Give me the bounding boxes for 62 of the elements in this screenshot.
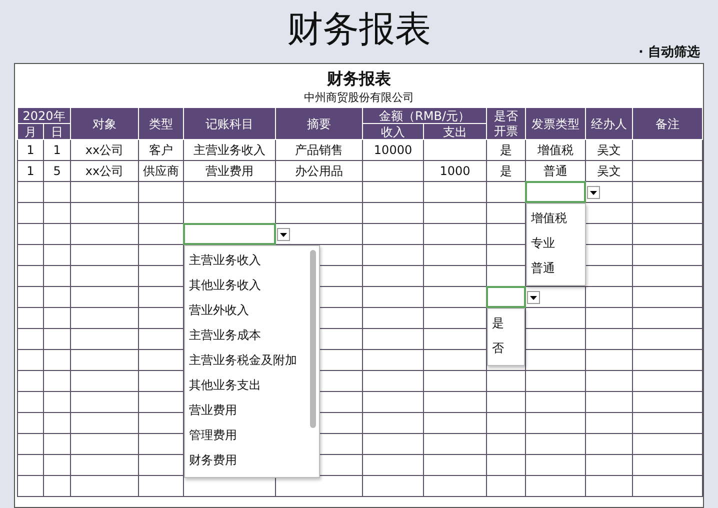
table-cell: 1 bbox=[26, 164, 34, 178]
dropdown-option[interactable]: 增值税 bbox=[531, 206, 568, 231]
page-title: 财务报表 bbox=[287, 8, 431, 52]
column-header: 日 bbox=[44, 124, 71, 140]
dropdown-button[interactable] bbox=[587, 186, 600, 199]
table-cell: 5 bbox=[53, 164, 61, 178]
active-cell[interactable] bbox=[486, 286, 526, 308]
sheet-title: 财务报表 bbox=[326, 68, 392, 90]
column-header: 摘要 bbox=[276, 108, 363, 140]
table-cell: 办公用品 bbox=[295, 164, 344, 178]
caret-icon bbox=[280, 232, 288, 236]
table-cell: 是 bbox=[500, 164, 512, 178]
table-cell: 10000 bbox=[374, 143, 412, 157]
dropdown-option[interactable]: 主营业务收入 bbox=[189, 248, 298, 273]
column-header: 2020年 bbox=[18, 108, 71, 124]
dropdown-option[interactable]: 主营业务税金及附加 bbox=[189, 348, 298, 373]
company-name: 中州商贸股份有限公司 bbox=[303, 90, 415, 105]
table-cell: 主营业务收入 bbox=[194, 142, 266, 156]
dropdown-option[interactable]: 其他业务收入 bbox=[189, 273, 298, 298]
dropdown-option[interactable]: 营业外收入 bbox=[189, 298, 298, 323]
column-header: 是否开票 bbox=[486, 108, 526, 140]
dropdown-option[interactable]: 专业 bbox=[531, 231, 568, 256]
table-cell: 是 bbox=[500, 142, 512, 156]
table-cell: xx公司 bbox=[85, 142, 124, 156]
table-cell: 1000 bbox=[440, 164, 470, 178]
table-cell: 1 bbox=[26, 143, 34, 157]
dropdown-button[interactable] bbox=[527, 291, 540, 304]
column-header: 记账科目 bbox=[184, 108, 276, 140]
column-header: 类型 bbox=[138, 108, 184, 140]
caret-icon bbox=[590, 190, 598, 194]
dropdown-option[interactable]: 是 bbox=[492, 311, 506, 336]
dropdown-option[interactable]: 主营业务成本 bbox=[189, 323, 298, 348]
table-cell: 吴文 bbox=[597, 164, 622, 178]
table-cell: 供应商 bbox=[143, 164, 180, 178]
table-cell: 普通 bbox=[544, 164, 568, 178]
dropdown-option[interactable]: 否 bbox=[492, 336, 506, 361]
column-header: 月 bbox=[18, 124, 44, 140]
active-cell[interactable] bbox=[525, 181, 586, 203]
dropdown-option[interactable]: 营业费用 bbox=[189, 398, 298, 423]
table-cell: 吴文 bbox=[597, 142, 622, 156]
dropdown-option[interactable]: 财务费用 bbox=[189, 448, 298, 473]
table-cell: 1 bbox=[53, 143, 61, 157]
column-header: 对象 bbox=[70, 108, 139, 140]
dropdown-option[interactable]: 其他业务支出 bbox=[189, 373, 298, 398]
dropdown-option[interactable]: 普通 bbox=[531, 256, 568, 281]
column-header: 支出 bbox=[424, 124, 487, 140]
table-cell: 营业费用 bbox=[206, 164, 254, 178]
table-cell: 增值税 bbox=[538, 142, 574, 156]
dropdown-option[interactable]: 管理费用 bbox=[189, 423, 298, 448]
scrollbar-thumb[interactable] bbox=[310, 250, 316, 428]
dropdown-button[interactable] bbox=[277, 228, 290, 241]
column-header: 经办人 bbox=[586, 108, 633, 140]
table-cell: xx公司 bbox=[85, 164, 124, 178]
column-header: 发票类型 bbox=[526, 108, 586, 140]
table-cell: 产品销售 bbox=[295, 142, 344, 156]
active-cell[interactable] bbox=[183, 223, 276, 245]
column-header: 金额（RMB/元） bbox=[362, 108, 487, 124]
auto-filter-label: · 自动筛选 bbox=[638, 44, 700, 61]
column-header: 收入 bbox=[362, 124, 424, 140]
caret-icon bbox=[530, 296, 538, 300]
column-header: 备注 bbox=[632, 108, 703, 140]
table-cell: 客户 bbox=[149, 142, 174, 156]
